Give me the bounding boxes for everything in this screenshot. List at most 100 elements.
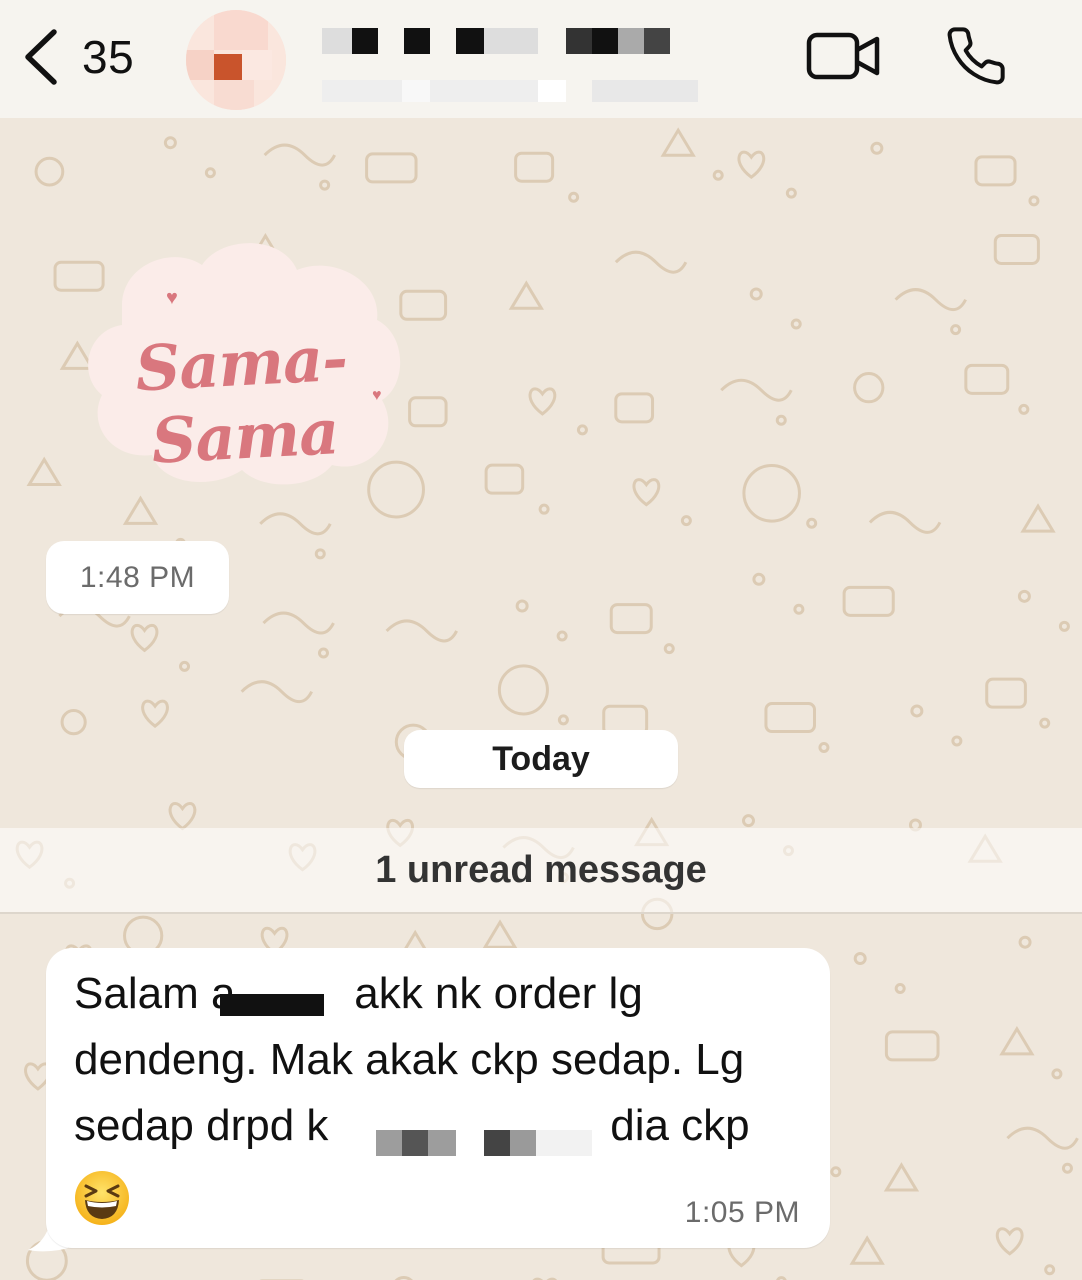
doodle-shape <box>950 324 962 336</box>
doodle-shape <box>849 1235 885 1265</box>
doodle-shape <box>818 742 830 754</box>
redacted-block <box>484 1130 592 1156</box>
doodle-shape <box>609 603 653 635</box>
doodle-shape <box>1044 1264 1056 1276</box>
doodle-shape <box>974 155 1017 187</box>
doodle-shape <box>712 169 724 181</box>
unread-divider: 1 unread message <box>0 828 1082 914</box>
doodle-shape <box>884 1030 940 1062</box>
doodle-shape <box>319 179 331 191</box>
doodle-shape <box>484 463 525 495</box>
doodle-shape <box>660 127 696 157</box>
incoming-message-bubble[interactable]: Salam a akk nk order lg dendeng. Mak aka… <box>46 948 830 1248</box>
date-divider: Today <box>404 730 678 788</box>
back-button[interactable]: 35 <box>22 26 152 88</box>
doodle-shape <box>793 603 805 615</box>
doodle-shape <box>568 191 580 203</box>
doodle-shape <box>680 515 692 527</box>
message-text-line: Salam a <box>74 969 236 1018</box>
doodle-shape <box>999 1025 1035 1056</box>
doodle-shape <box>1058 620 1070 632</box>
phone-icon <box>947 27 1005 85</box>
doodle-shape <box>752 572 766 586</box>
doodle-shape <box>853 371 885 404</box>
doodle-shape <box>614 250 688 274</box>
message-text-line: sedap drpd k <box>74 1101 329 1150</box>
doodle-shape <box>995 1227 1024 1256</box>
doodle-shape <box>263 143 336 167</box>
contact-avatar[interactable] <box>186 10 286 110</box>
contact-name-redacted[interactable] <box>322 22 702 106</box>
doodle-shape <box>122 495 159 525</box>
doodle-shape <box>894 982 906 994</box>
doodle-shape <box>853 951 867 965</box>
redacted-block <box>220 994 324 1016</box>
doodle-shape <box>130 623 159 653</box>
doodle-shape <box>785 187 797 199</box>
doodle-shape <box>790 318 802 330</box>
doodle-shape <box>1051 1068 1063 1080</box>
voice-call-button[interactable] <box>944 24 1008 88</box>
doodle-shape <box>538 503 550 515</box>
doodle-shape <box>204 167 216 179</box>
doodle-shape <box>34 156 65 187</box>
doodle-shape <box>894 288 967 312</box>
doodle-shape <box>1061 1162 1073 1174</box>
doodle-shape <box>262 611 335 635</box>
doodle-shape <box>632 478 661 507</box>
doodle-shape <box>1018 935 1032 949</box>
doodle-shape <box>775 414 787 426</box>
doodle-shape <box>497 664 549 716</box>
doodle-shape <box>614 392 655 424</box>
message-timestamp: 1:05 PM <box>684 1196 800 1229</box>
sticker-timestamp: 1:48 PM <box>46 541 229 614</box>
doodle-shape <box>742 464 801 523</box>
doodle-shape <box>26 456 62 487</box>
heart-icon: ♥ <box>166 287 178 309</box>
doodle-shape <box>985 677 1027 709</box>
doodle-shape <box>556 630 568 642</box>
chevron-left-icon <box>25 29 57 85</box>
doodle-shape <box>514 151 555 183</box>
doodle-shape <box>482 919 518 949</box>
chat-header: 35 <box>0 0 1082 118</box>
doodle-shape <box>1028 195 1040 207</box>
doodle-shape <box>1020 503 1056 533</box>
doodle-shape <box>870 141 884 155</box>
unread-chats-count: 35 <box>82 31 135 83</box>
video-camera-icon <box>806 32 880 80</box>
doodle-shape <box>1017 589 1031 603</box>
doodle-shape <box>720 378 793 402</box>
video-call-button[interactable] <box>806 30 882 82</box>
doodle-shape <box>806 517 818 529</box>
doodle-shape <box>951 735 963 747</box>
doodle-shape <box>749 287 763 301</box>
doodle-shape <box>830 1166 842 1178</box>
doodle-shape <box>408 396 448 428</box>
message-text-line: dia ckp <box>598 1101 750 1150</box>
doodle-shape <box>141 699 169 728</box>
redacted-block <box>376 1130 456 1156</box>
sticker-text: Sama-Sama <box>133 321 349 478</box>
doodle-shape <box>60 709 87 736</box>
doodle-shape <box>515 599 529 613</box>
doodle-shape <box>576 424 588 436</box>
doodle-shape <box>385 619 458 643</box>
doodle-shape <box>240 680 313 704</box>
doodle-shape <box>663 643 675 655</box>
doodle-shape <box>741 814 755 828</box>
doodle-shape <box>168 802 197 831</box>
doodle-shape <box>163 136 177 150</box>
doodle-shape <box>1039 717 1051 729</box>
sticker-message[interactable]: ♥ ♥ ♥ Sama-Sama <box>72 235 408 487</box>
message-text-line: akk nk order lg <box>342 969 643 1018</box>
grinning-squinting-face-icon <box>75 1171 129 1225</box>
doodle-shape <box>993 233 1040 265</box>
doodle-shape <box>1018 403 1030 415</box>
doodle-shape <box>883 1162 920 1192</box>
doodle-shape <box>314 548 326 560</box>
doodle-shape <box>179 660 191 672</box>
doodle-shape <box>365 152 418 184</box>
doodle-shape <box>557 714 569 726</box>
doodle-shape <box>868 510 942 534</box>
